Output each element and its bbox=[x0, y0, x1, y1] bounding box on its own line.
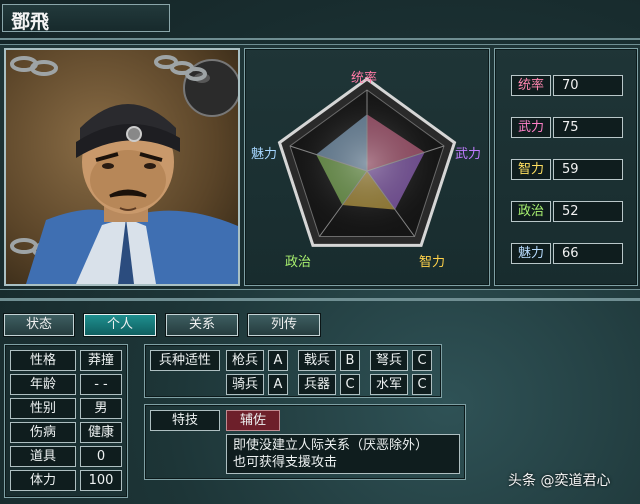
stat-value-leadership: 70 bbox=[553, 75, 623, 96]
info-label-item: 道具 bbox=[10, 446, 76, 467]
watermark: 头条 @奕道君心 bbox=[508, 473, 611, 489]
stat-label-charm: 魅力 bbox=[511, 243, 551, 264]
skill-description: 即使没建立人际关系（厌恶除外） 也可获得支援攻击 bbox=[226, 434, 460, 474]
stats-panel: 统率 70 武力 75 智力 59 政治 52 魅力 66 bbox=[494, 48, 638, 286]
radar-label-intelligence: 智力 bbox=[419, 255, 446, 270]
stat-value-charm: 66 bbox=[553, 243, 623, 264]
aptitude-grade: B bbox=[340, 350, 360, 371]
info-value-personality: 莽撞 bbox=[80, 350, 122, 371]
radar-label-politics: 政治 bbox=[285, 255, 312, 270]
aptitude-grade: C bbox=[412, 350, 432, 371]
stat-value-politics: 52 bbox=[553, 201, 623, 222]
aptitude-unit: 水军 bbox=[370, 374, 408, 395]
tab-status[interactable]: 状态 bbox=[4, 314, 74, 336]
character-name: 鄧飛 bbox=[2, 4, 170, 33]
radar-label-war: 武力 bbox=[455, 147, 482, 162]
title-divider bbox=[0, 38, 640, 40]
info-label-gender: 性别 bbox=[10, 398, 76, 419]
tab-relations[interactable]: 关系 bbox=[166, 314, 238, 336]
info-value-stamina: 100 bbox=[80, 470, 122, 491]
tab-personal[interactable]: 个人 bbox=[84, 314, 156, 336]
stat-label-war: 武力 bbox=[511, 117, 551, 138]
aptitude-unit: 弩兵 bbox=[370, 350, 408, 371]
info-value-injury: 健康 bbox=[80, 422, 122, 443]
skill-description-line-2: 也可获得支援攻击 bbox=[233, 455, 338, 470]
info-value-item: 0 bbox=[80, 446, 122, 467]
aptitude-title: 兵种适性 bbox=[150, 350, 220, 371]
aptitude-grade: A bbox=[268, 374, 288, 395]
section-divider bbox=[0, 298, 640, 301]
portrait-image bbox=[10, 55, 238, 284]
radar-label-charm: 魅力 bbox=[251, 147, 278, 162]
info-label-age: 年龄 bbox=[10, 374, 76, 395]
skill-title: 特技 bbox=[150, 410, 220, 431]
aptitude-unit: 戟兵 bbox=[298, 350, 336, 371]
stat-label-intelligence: 智力 bbox=[511, 159, 551, 180]
aptitude-grade: C bbox=[412, 374, 432, 395]
tab-biography[interactable]: 列传 bbox=[248, 314, 320, 336]
info-value-gender: 男 bbox=[80, 398, 122, 419]
stat-value-intelligence: 59 bbox=[553, 159, 623, 180]
info-value-age: - - bbox=[80, 374, 122, 395]
stat-label-politics: 政治 bbox=[511, 201, 551, 222]
info-label-personality: 性格 bbox=[10, 350, 76, 371]
stat-label-leadership: 统率 bbox=[511, 75, 551, 96]
skill-description-line-1: 即使没建立人际关系（厌恶除外） bbox=[233, 438, 429, 453]
info-label-injury: 伤病 bbox=[10, 422, 76, 443]
info-label-stamina: 体力 bbox=[10, 470, 76, 491]
aptitude-unit: 兵器 bbox=[298, 374, 336, 395]
aptitude-grade: A bbox=[268, 350, 288, 371]
radar-label-leadership: 统率 bbox=[351, 71, 378, 86]
aptitude-unit: 枪兵 bbox=[226, 350, 264, 371]
stat-value-war: 75 bbox=[553, 117, 623, 138]
skill-name[interactable]: 辅佐 bbox=[226, 410, 280, 431]
aptitude-unit: 骑兵 bbox=[226, 374, 264, 395]
character-portrait bbox=[4, 48, 240, 286]
aptitude-grade: C bbox=[340, 374, 360, 395]
attribute-radar: 统率 武力 智力 政治 魅力 bbox=[244, 48, 490, 286]
